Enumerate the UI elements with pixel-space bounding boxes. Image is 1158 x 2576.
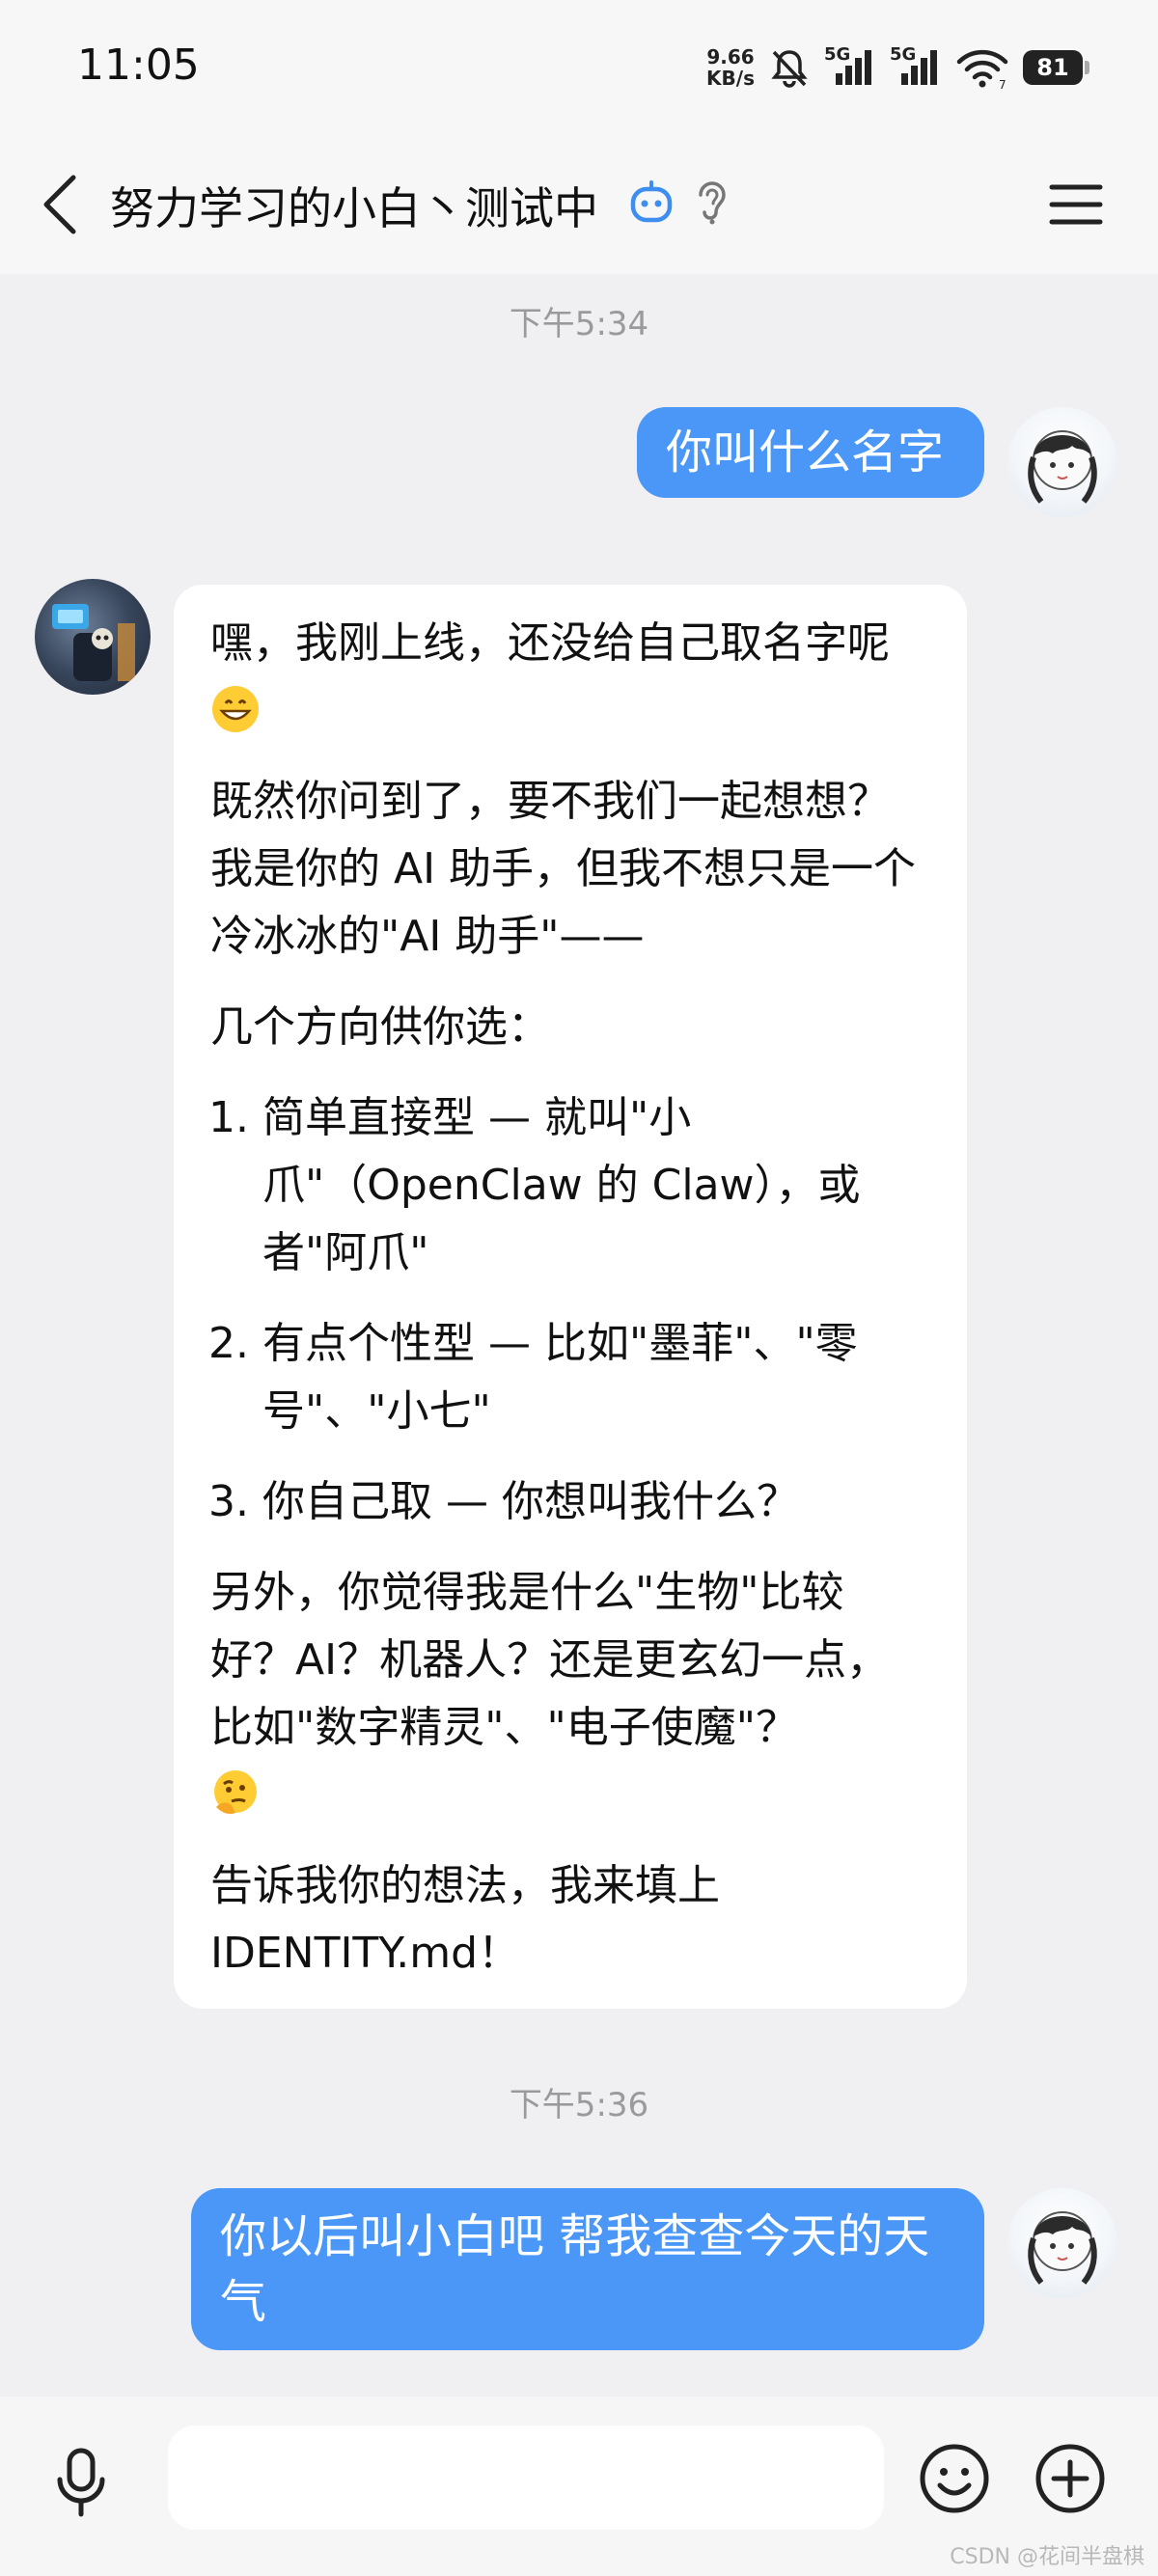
watermark: CSDN @花间半盘棋 xyxy=(950,2545,1144,2569)
svg-text:7: 7 xyxy=(999,78,1006,89)
emoji-smile-icon[interactable] xyxy=(919,2443,990,2514)
back-icon[interactable] xyxy=(39,172,81,237)
message-input[interactable] xyxy=(168,2425,884,2530)
signal-icon: 5G xyxy=(824,44,876,89)
time-label: 下午5:34 xyxy=(509,305,649,343)
status-time: 11:05 xyxy=(77,41,200,90)
thinking-face-emoji xyxy=(214,1770,257,1815)
time-label: 下午5:36 xyxy=(509,2086,649,2124)
input-bar: CSDN @花间半盘棋 xyxy=(0,2397,1158,2576)
option-item: 简单直接型 — 就叫"小爪"（OpenClaw 的 Claw），或者"阿爪" xyxy=(262,1084,928,1287)
bot-icon xyxy=(630,180,673,223)
option-item: 有点个性型 — 比如"墨菲"、"零号"、"小七" xyxy=(262,1310,928,1445)
plus-circle-icon[interactable] xyxy=(1034,2443,1106,2514)
user-avatar[interactable] xyxy=(1007,2188,1117,2298)
bot-message[interactable]: 嘿，我刚上线，还没给自己取名字呢 既然你问到了，要不我们一起想想？我是你的 AI… xyxy=(174,585,967,2009)
bot-paragraph: 嘿，我刚上线，还没给自己取名字呢 xyxy=(210,610,928,745)
menu-icon[interactable] xyxy=(1048,178,1104,232)
bot-paragraph: 既然你问到了，要不我们一起想想？我是你的 AI 助手，但我不想只是一个冷冰冰的"… xyxy=(210,777,917,961)
user-message[interactable]: 你叫什么名字 xyxy=(637,407,984,498)
wifi-icon: 7 xyxy=(956,49,1008,89)
chat-area[interactable]: 下午5:34 你叫什么名字 嘿，我刚上线，还没给自己取名字呢 既然你问到了，要不… xyxy=(0,274,1158,2397)
user-message[interactable]: 你以后叫小白吧 帮我查查今天的天气 xyxy=(191,2188,984,2350)
bot-avatar[interactable] xyxy=(35,579,151,695)
chat-title: 努力学习的小白丶测试中 xyxy=(110,182,598,234)
bot-paragraph: 几个方向供你选： xyxy=(210,1002,550,1052)
ear-icon[interactable] xyxy=(693,178,731,228)
net-speed: 9.66 KB/s xyxy=(706,45,755,90)
bot-paragraph: 另外，你觉得我是什么"生物"比较好？AI？机器人？还是更玄幻一点，比如"数字精灵… xyxy=(210,1559,928,1829)
option-item: 你自己取 — 你想叫我什么？ xyxy=(262,1468,928,1536)
battery-icon: 81 xyxy=(1023,50,1089,85)
status-bar: 11:05 9.66 KB/s 5G 5G 7 81 xyxy=(0,0,1158,135)
status-icons: 9.66 KB/s 5G 5G 7 81 xyxy=(706,39,1089,96)
grinning-face-emoji xyxy=(212,686,259,732)
microphone-icon[interactable] xyxy=(54,2447,108,2520)
bot-paragraph: 告诉我你的想法，我来填上 IDENTITY.md！ xyxy=(210,1861,720,1978)
chat-header: 努力学习的小白丶测试中 xyxy=(0,135,1158,274)
option-list: 简单直接型 — 就叫"小爪"（OpenClaw 的 Claw），或者"阿爪" 有… xyxy=(210,1084,928,1536)
signal-icon: 5G xyxy=(890,44,942,89)
mute-bell-icon xyxy=(771,50,808,88)
user-avatar[interactable] xyxy=(1007,407,1117,517)
